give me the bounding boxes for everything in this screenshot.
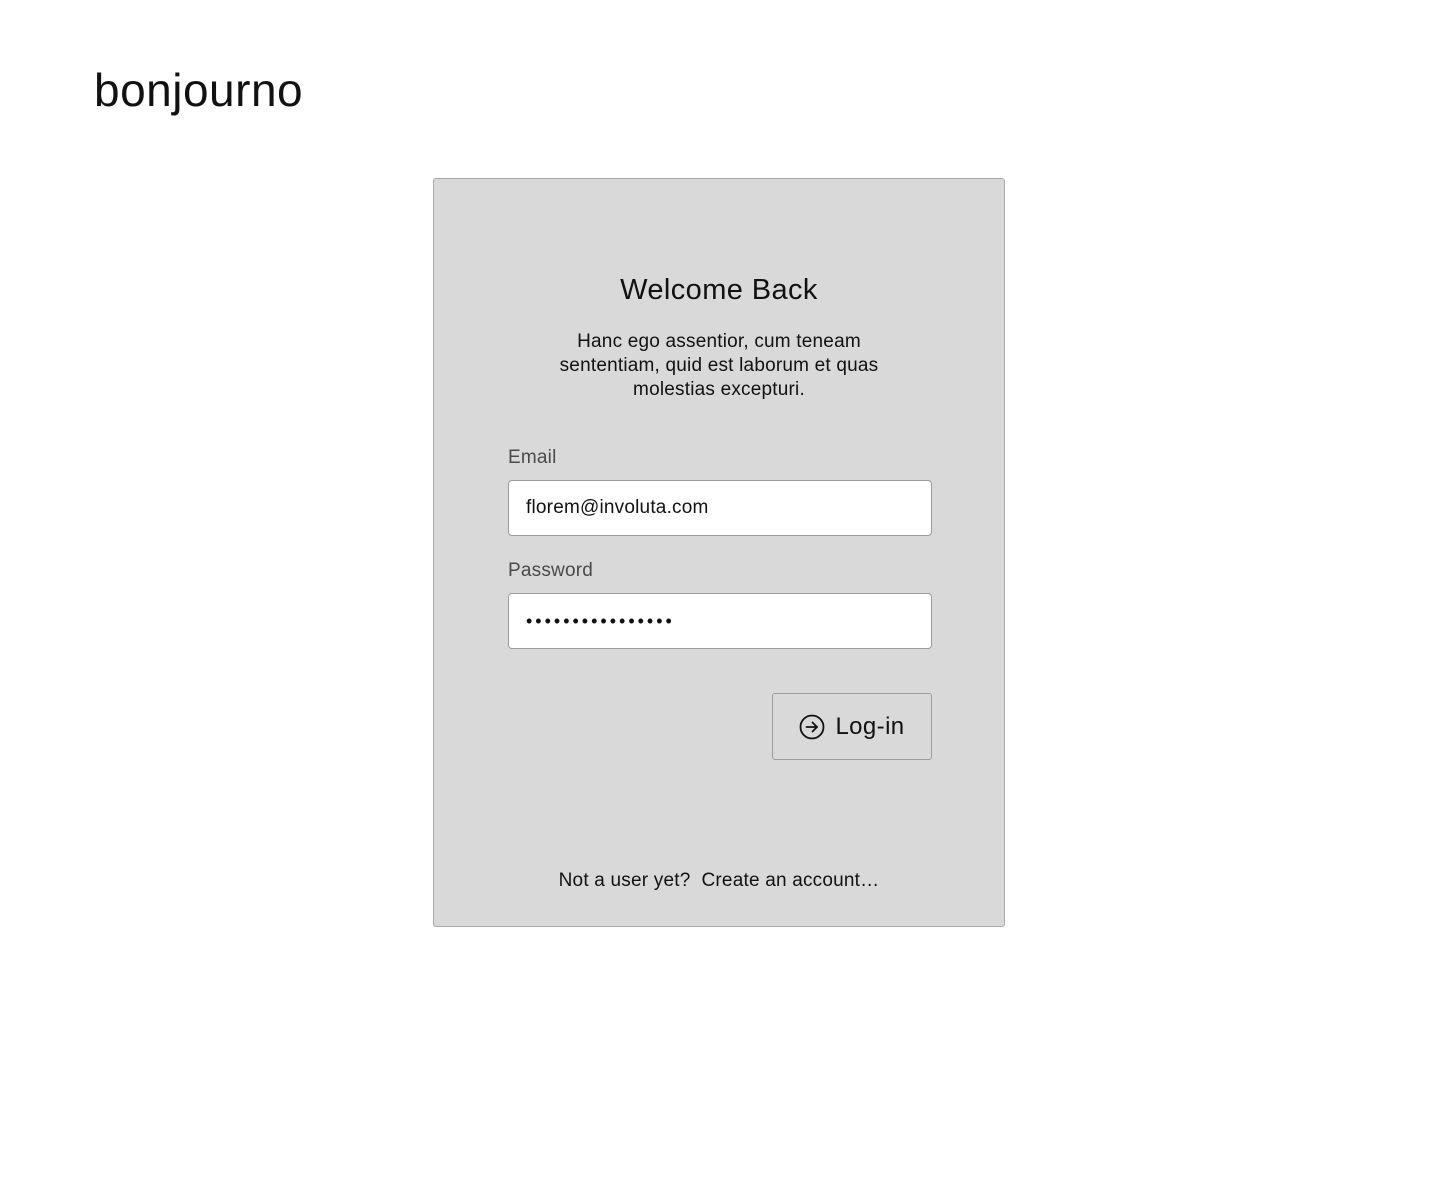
login-card: Welcome Back Hanc ego assentior, cum ten… (433, 178, 1005, 927)
arrow-right-circle-icon (799, 714, 825, 740)
login-button[interactable]: Log-in (772, 693, 932, 760)
signup-prompt-row: Not a user yet? Create an account… (434, 868, 1004, 894)
brand-logo: bonjourno (94, 64, 304, 116)
signup-prompt-text: Not a user yet? (558, 870, 691, 891)
email-field[interactable] (508, 480, 932, 536)
card-subtitle: Hanc ego assentior, cum teneam sententia… (559, 331, 879, 400)
create-account-link[interactable]: Create an account… (701, 870, 879, 891)
card-title: Welcome Back (620, 274, 818, 306)
password-label: Password (508, 560, 594, 581)
email-label: Email (508, 447, 557, 468)
password-field[interactable] (508, 593, 932, 649)
login-button-label: Log-in (835, 712, 905, 740)
